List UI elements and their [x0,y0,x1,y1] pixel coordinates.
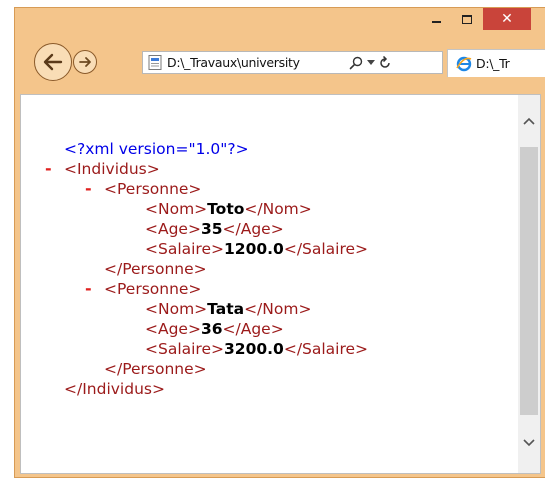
internet-explorer-icon [456,56,472,72]
xml-value: Tata [207,300,245,318]
xml-open-tag-individus: <Individus> [64,160,160,178]
refresh-icon[interactable] [379,55,391,70]
title-bar: ✕ [15,8,545,38]
maximize-icon [462,14,472,24]
forward-arrow-icon [79,57,91,67]
xml-element-nom: <Nom>Tata</Nom> [145,299,311,319]
xml-open-tag-personne: <Personne> [104,280,202,298]
tab-title: D:\_Tr [476,56,510,71]
xml-tag-close: </Age> [222,320,284,338]
xml-value: 3200.0 [224,340,284,358]
xml-close-tag-personne: </Personne> [104,260,207,278]
xml-tag-close: </Age> [222,220,284,238]
scroll-down-button[interactable] [518,413,540,473]
xml-element-salaire: <Salaire>1200.0</Salaire> [145,239,368,259]
maximize-button[interactable] [452,8,482,30]
minimize-button[interactable] [421,8,451,30]
collapse-marker[interactable]: - [85,279,92,298]
collapse-marker[interactable]: - [45,159,52,178]
xml-tag-open: <Salaire> [145,240,224,258]
browser-tab[interactable]: D:\_Tr [447,49,545,77]
xml-document: <?xml version="1.0"?> - <Individus> - <P… [21,95,517,473]
xml-value: 36 [200,320,223,338]
page-icon [148,55,162,70]
address-text[interactable]: D:\_Travaux\university [167,55,343,70]
vertical-scrollbar[interactable] [518,95,540,473]
chevron-down-icon [523,439,535,447]
back-button[interactable] [34,43,72,81]
xml-tag-close: </Nom> [244,300,312,318]
xml-tag-open: <Age> [145,320,201,338]
navigation-bar: D:\_Travaux\university D:\_Tr [15,38,545,88]
scrollbar-thumb[interactable] [520,147,538,415]
close-icon: ✕ [501,11,513,27]
xml-tag-close: </Salaire> [283,340,369,358]
back-arrow-icon [43,53,63,71]
minimize-icon [431,21,441,23]
xml-element-nom: <Nom>Toto</Nom> [145,199,312,219]
xml-tag-open: <Nom> [145,200,208,218]
forward-button[interactable] [73,50,97,74]
xml-open-tag-personne: <Personne> [104,180,202,198]
address-bar[interactable]: D:\_Travaux\university [142,51,443,74]
xml-tag-open: <Nom> [145,300,208,318]
xml-value: Toto [207,200,245,218]
xml-value: 1200.0 [224,240,284,258]
xml-tag-open: <Age> [145,220,201,238]
xml-tag-close: </Salaire> [283,240,369,258]
xml-element-salaire: <Salaire>3200.0</Salaire> [145,339,368,359]
xml-declaration: <?xml version="1.0"?> [64,140,249,158]
xml-element-age: <Age>35</Age> [145,219,284,239]
dropdown-icon[interactable] [367,59,375,66]
xml-close-tag-individus: </Individus> [64,380,165,398]
scroll-up-button[interactable] [518,95,540,147]
browser-window: ✕ D:\_Travaux\university D:\_Tr <?xml ve… [14,7,545,478]
chevron-up-icon [523,117,535,125]
xml-viewer: <?xml version="1.0"?> - <Individus> - <P… [20,94,541,474]
close-button[interactable]: ✕ [483,8,531,30]
collapse-marker[interactable]: - [85,179,92,198]
xml-close-tag-personne: </Personne> [104,360,207,378]
xml-element-age: <Age>36</Age> [145,319,284,339]
xml-value: 35 [200,220,223,238]
xml-tag-close: </Nom> [244,200,312,218]
xml-tag-open: <Salaire> [145,340,224,358]
search-icon[interactable] [349,56,363,70]
